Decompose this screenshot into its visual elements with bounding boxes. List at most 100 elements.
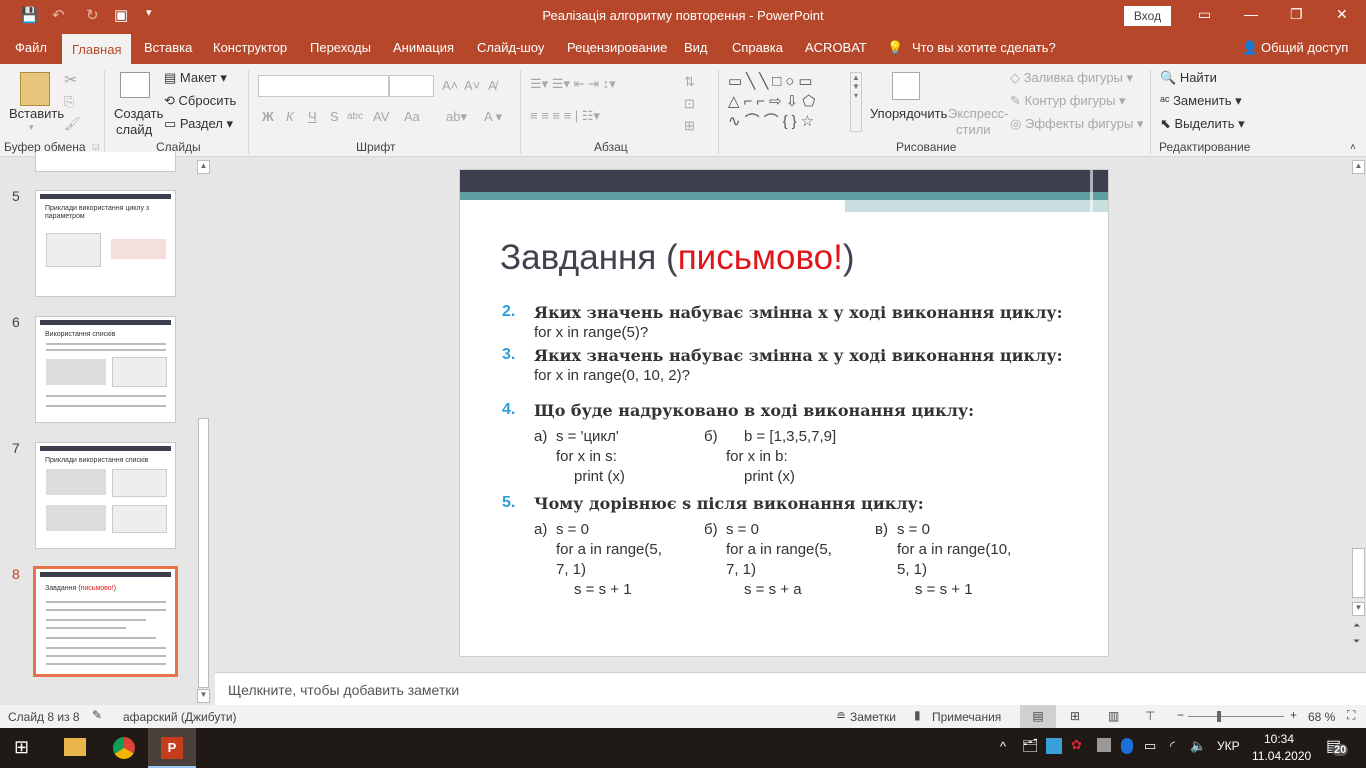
keyboard-language[interactable]: УКР: [1217, 739, 1240, 753]
font-color-icon[interactable]: A ▾: [484, 109, 502, 125]
strikethrough-button[interactable]: abc: [347, 111, 363, 122]
tab-file[interactable]: Файл: [13, 32, 49, 64]
shape-effects-button[interactable]: Эффекты фигуры: [1025, 116, 1133, 131]
grow-font-icon[interactable]: A˄: [442, 78, 458, 93]
shapes-scroll[interactable]: ▲ ▼ ▾: [850, 72, 862, 132]
clock-time[interactable]: 10:34: [1264, 732, 1294, 746]
zoom-slider-thumb[interactable]: [1216, 711, 1221, 722]
cut-icon[interactable]: ✂: [64, 70, 77, 90]
section-button[interactable]: Раздел: [180, 116, 223, 131]
align-icons[interactable]: ≡ ≡ ≡ ≡ | ☷▾: [530, 108, 600, 124]
tray-network-app-icon[interactable]: [1046, 738, 1062, 754]
zoom-out-icon[interactable]: −: [1177, 708, 1184, 722]
share-button[interactable]: Общий доступ: [1259, 32, 1350, 64]
scroll-down-icon[interactable]: ▼: [197, 689, 210, 703]
scroll-up-icon[interactable]: ▲: [197, 160, 210, 174]
shape-fill-button[interactable]: Заливка фигуры: [1024, 70, 1123, 85]
thumbnail-slide-6[interactable]: Використання списків: [35, 316, 176, 423]
notes-placeholder[interactable]: Щелкните, чтобы добавить заметки: [228, 682, 459, 698]
italic-button[interactable]: К: [286, 109, 294, 124]
arrange-icon[interactable]: [892, 72, 920, 100]
previous-slide-icon[interactable]: ⏶: [1353, 620, 1360, 631]
normal-view-icon[interactable]: ▤: [1020, 705, 1056, 728]
shapes-gallery[interactable]: ▭╲╲□○▭ △⌐⌐⇨⇩⬠ ∿⌒⌒{}☆: [728, 72, 850, 132]
thumbnail-slide-8-selected[interactable]: Завдання (письмово!): [33, 566, 178, 677]
fit-to-window-icon[interactable]: ⛶: [1347, 708, 1355, 723]
shadow-button[interactable]: S: [330, 109, 339, 124]
tab-review[interactable]: Рецензирование: [565, 32, 669, 64]
find-button[interactable]: Найти: [1180, 70, 1217, 85]
editor-scrollbar[interactable]: ▲ ▼ ⏶ ⏷: [1350, 158, 1366, 672]
clipboard-launcher-icon[interactable]: ◲: [92, 142, 100, 151]
tab-view[interactable]: Вид: [682, 32, 710, 64]
powerpoint-taskbar-button[interactable]: P: [148, 728, 196, 768]
comments-button[interactable]: Примечания: [932, 710, 1001, 724]
select-button[interactable]: Выделить: [1175, 116, 1235, 131]
tray-app-icon[interactable]: ✿: [1071, 737, 1082, 753]
zoom-slider[interactable]: [1188, 716, 1284, 717]
tray-info-icon[interactable]: 🗂: [1022, 738, 1039, 754]
char-spacing-button[interactable]: AV: [373, 109, 389, 124]
tab-animations[interactable]: Анимация: [391, 32, 456, 64]
collapse-ribbon-icon[interactable]: ˄: [1350, 142, 1356, 153]
thumbnails-scrollbar[interactable]: ▲ ▼: [196, 158, 211, 705]
new-slide-icon[interactable]: [120, 72, 150, 98]
highlight-icon[interactable]: ab▾: [446, 109, 467, 125]
minimize-icon[interactable]: —: [1244, 6, 1258, 22]
zoom-in-icon[interactable]: +: [1290, 708, 1297, 722]
text-direction-icon[interactable]: ⇅: [684, 74, 695, 90]
new-slide-dropdown[interactable]: слайд: [116, 122, 152, 137]
tray-device-icon[interactable]: [1097, 738, 1111, 752]
battery-icon[interactable]: ▭: [1144, 738, 1156, 754]
chrome-icon[interactable]: [113, 737, 135, 759]
clock-date[interactable]: 11.04.2020: [1252, 749, 1311, 763]
thumbnail-slide-5[interactable]: Приклади використання циклу з параметром: [35, 190, 176, 297]
underline-button[interactable]: Ч: [308, 109, 317, 124]
paste-dropdown-icon[interactable]: ▾: [29, 122, 34, 133]
spellcheck-icon[interactable]: ✎: [92, 708, 102, 722]
thumbnail-slide-7[interactable]: Приклади використання списків: [35, 442, 176, 549]
wifi-icon[interactable]: ◜: [1170, 738, 1175, 754]
language-indicator[interactable]: афарский (Джибути): [123, 710, 237, 724]
volume-icon[interactable]: 🔈: [1190, 738, 1206, 754]
tab-help[interactable]: Справка: [730, 32, 785, 64]
shrink-font-icon[interactable]: A˅: [464, 78, 480, 93]
replace-button[interactable]: Заменить: [1173, 93, 1231, 108]
slide-sorter-icon[interactable]: ⊞: [1070, 709, 1080, 723]
login-button[interactable]: Вход: [1124, 6, 1171, 26]
tell-me-search[interactable]: Что вы хотите сделать?: [910, 32, 1058, 64]
tab-acrobat[interactable]: ACROBAT: [803, 32, 869, 64]
slide-title[interactable]: Завдання (письмово!): [500, 238, 855, 278]
zoom-level[interactable]: 68 %: [1308, 710, 1335, 724]
smartart-icon[interactable]: ⊞: [684, 118, 695, 134]
paste-icon[interactable]: [20, 72, 50, 106]
reading-view-icon[interactable]: ▥: [1108, 709, 1119, 723]
scroll-down-icon[interactable]: ▼: [1352, 602, 1365, 616]
tab-transitions[interactable]: Переходы: [308, 32, 373, 64]
font-name-input[interactable]: [258, 75, 389, 97]
quick-styles-button[interactable]: Экспресс-: [948, 106, 1009, 121]
show-hidden-icons[interactable]: ^: [1000, 739, 1006, 754]
tab-insert[interactable]: Вставка: [142, 32, 194, 64]
arrange-button[interactable]: Упорядочить: [870, 106, 947, 121]
layout-button[interactable]: Макет: [180, 70, 217, 85]
tab-home[interactable]: Главная: [62, 34, 132, 64]
scroll-thumb[interactable]: [198, 418, 209, 688]
ribbon-display-icon[interactable]: ▭: [1198, 6, 1211, 23]
notes-button[interactable]: Заметки: [850, 710, 896, 724]
reset-button[interactable]: Сбросить: [179, 93, 237, 108]
bullets-icon[interactable]: ☰▾ ☰▾ ⇤ ⇥ ↕▾: [530, 76, 616, 92]
font-size-input[interactable]: [389, 75, 434, 97]
format-painter-icon[interactable]: 🖌: [64, 116, 81, 132]
bluetooth-icon[interactable]: [1121, 738, 1133, 754]
file-explorer-icon[interactable]: [64, 738, 86, 756]
scroll-thumb[interactable]: [1352, 548, 1365, 598]
copy-icon[interactable]: ⎘: [64, 94, 74, 110]
windows-start-icon[interactable]: ⊞: [14, 737, 29, 758]
slideshow-icon[interactable]: ⊤: [1145, 709, 1155, 723]
bold-button[interactable]: Ж: [262, 109, 274, 124]
tab-design[interactable]: Конструктор: [211, 32, 289, 64]
paste-button[interactable]: Вставить: [9, 106, 64, 121]
notes-pane[interactable]: Щелкните, чтобы добавить заметки: [215, 672, 1366, 705]
tab-slideshow[interactable]: Слайд-шоу: [475, 32, 546, 64]
